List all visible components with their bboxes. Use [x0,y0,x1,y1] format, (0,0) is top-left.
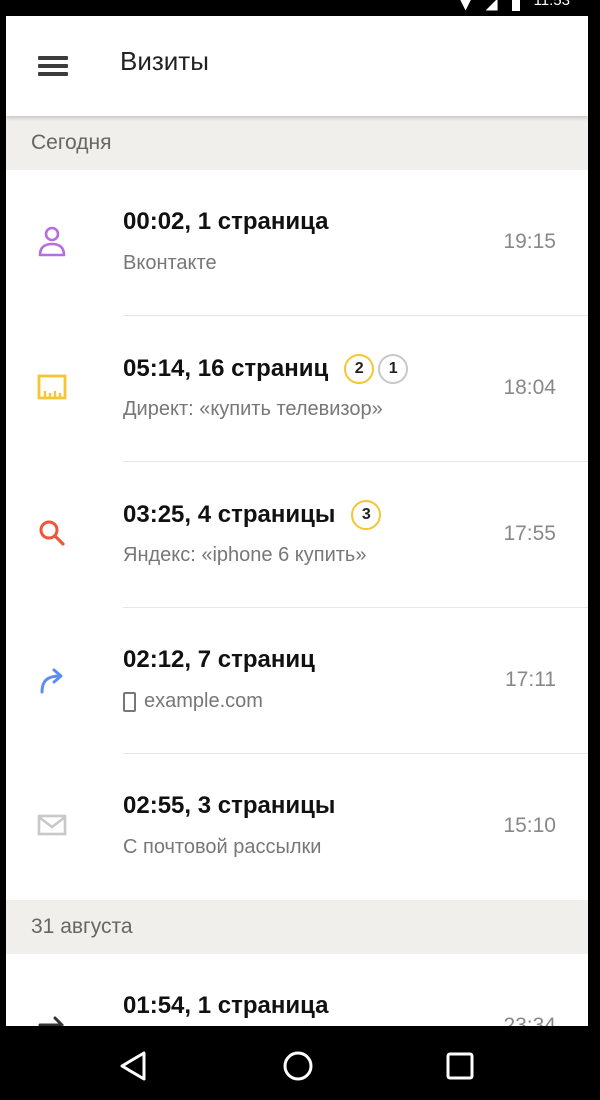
visit-time: 15:10 [503,814,556,837]
visit-duration-pages: 00:02, 1 страница [123,208,329,235]
section-header: 31 августа [6,900,588,954]
visit-source-text: Вконтакте [123,252,217,274]
android-nav-bar [0,1026,600,1100]
mobile-device-icon [123,691,136,712]
status-time: 11:53 [533,0,570,9]
redirect-arrow-icon [40,668,63,694]
back-icon[interactable] [118,1050,150,1082]
visits-list: Сегодня 00:02, 1 страница Вконтакте 19:15 05… [6,116,588,1026]
visit-title: 05:14, 16 страниц 2 1 [123,354,409,384]
visit-list-item[interactable]: 02:55, 3 страницы С почтовой рассылки 15:1… [6,754,588,900]
section-header: Сегодня [6,116,588,170]
visit-title: 01:54, 1 страница [123,992,329,1020]
visit-duration-pages: 05:14, 16 страниц [123,355,329,382]
visit-duration-pages: 02:12, 7 страниц [123,646,315,673]
visit-time: 19:15 [503,230,556,253]
battery-icon [511,0,520,11]
visit-source: example.com [123,690,263,713]
status-bar: 11:53 [0,0,600,16]
home-icon[interactable] [282,1050,314,1082]
visit-list-item[interactable]: 00:02, 1 страница Вконтакте 19:15 [6,170,588,316]
visit-source-text: Директ: «купить телевизор» [123,398,383,420]
visit-source-text: С почтовой рассылки [123,836,322,858]
visit-title: 02:55, 3 страницы [123,792,335,820]
visit-time: 18:04 [503,376,556,399]
visit-time: 23:34 [503,1014,556,1026]
visit-list-item[interactable]: 03:25, 4 страницы 3 Яндекс: «iphone 6 купи… [6,462,588,608]
mail-icon [37,814,67,836]
visit-source: С почтовой рассылки [123,836,321,859]
menu-icon[interactable] [38,54,68,78]
goal-badge: 3 [351,500,382,530]
recents-icon[interactable] [444,1050,476,1082]
page-title: Визиты [120,46,209,76]
visit-title: 03:25, 4 страницы 3 [123,500,382,530]
visit-source: Директ: «купить телевизор» [123,398,383,421]
visit-source-text: example.com [144,690,263,712]
visit-list-item[interactable]: 01:54, 1 страница 23:34 [6,954,588,1026]
visit-title: 00:02, 1 страница [123,208,329,236]
ad-banner-icon [37,374,67,400]
person-icon [38,226,66,257]
signal-icon [485,0,498,11]
goal-badge: 2 [344,354,375,384]
direct-arrow-icon [38,1016,64,1026]
visit-duration-pages: 02:55, 3 страницы [123,792,336,819]
visit-time: 17:11 [505,668,556,691]
app-toolbar: Визиты [6,16,588,116]
visit-list-item[interactable]: 05:14, 16 страниц 2 1 Директ: «купить телев… [6,316,588,462]
visit-duration-pages: 03:25, 4 страницы [123,501,336,528]
visit-source: Яндекс: «iphone 6 купить» [123,544,366,567]
visit-time: 17:55 [503,522,556,545]
visit-duration-pages: 01:54, 1 страница [123,992,329,1019]
visit-list-item[interactable]: 02:12, 7 страниц example.com 17:11 [6,608,588,754]
visit-title: 02:12, 7 страниц [123,646,315,674]
visit-source: Вконтакте [123,252,217,275]
search-icon [39,520,65,546]
visits-app: Визиты Сегодня 00:02, 1 страница Вконтакте… [6,16,588,1026]
goal-badge: 1 [378,354,409,384]
wifi-icon [459,0,472,11]
phone-screen: 11:53 Визиты Сегодня 00:02, 1 страница Вко… [0,0,600,1100]
visit-source-text: Яндекс: «iphone 6 купить» [123,544,367,566]
